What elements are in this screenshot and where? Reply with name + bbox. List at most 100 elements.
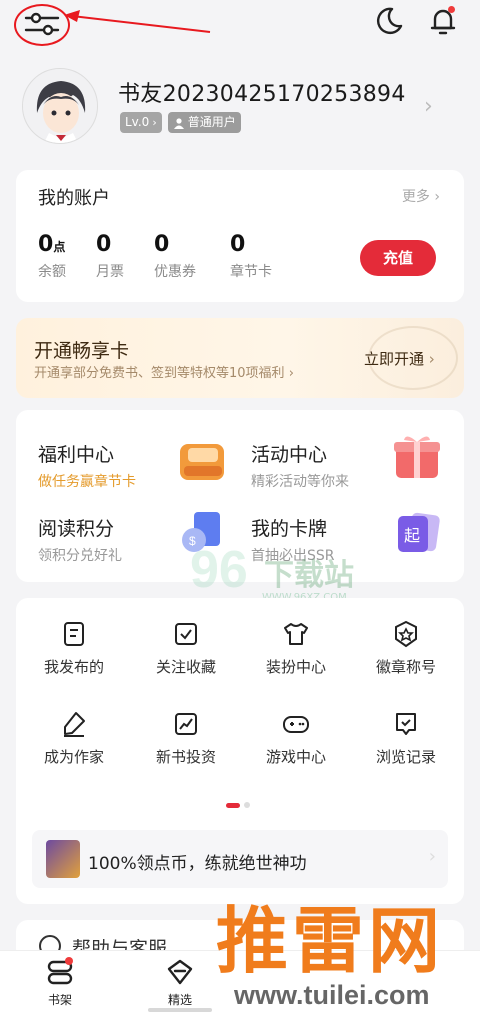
trend-chart-icon xyxy=(175,713,197,735)
tab-label: 书架 xyxy=(47,993,72,1007)
vip-subtitle-row: 开通享部分免费书、签到等特权等10项福利 › xyxy=(34,362,294,381)
feature-activity-center[interactable]: 活动中心 精彩活动等你来 xyxy=(251,440,349,491)
bookshelf-notification-dot xyxy=(65,957,73,965)
gamepad-icon xyxy=(283,716,309,733)
account-title: 我的账户 xyxy=(38,188,110,209)
tshirt-icon xyxy=(284,623,308,645)
history-icon xyxy=(396,713,416,735)
top-bar xyxy=(0,0,480,50)
balance-unit: 点 xyxy=(53,240,66,254)
balance-value-row: 0点 xyxy=(38,232,66,257)
role-badge: 普通用户 xyxy=(167,112,241,133)
badge-star-icon xyxy=(395,620,417,648)
stat-monthly-ticket[interactable]: 0 月票 xyxy=(96,232,124,281)
tuilei-watermark-url: www.tuilei.com xyxy=(234,980,430,1010)
tab-label: 精选 xyxy=(167,993,192,1007)
grid-label: 游戏中心 xyxy=(265,748,326,766)
grid-item-book-investment[interactable]: 新书投资 xyxy=(130,710,242,767)
chapter-value: 0 xyxy=(230,232,246,257)
balance-label: 余额 xyxy=(38,264,66,280)
level-text: Lv.0 xyxy=(125,115,150,129)
tuilei-watermark: 推雷网 www.tuilei.com xyxy=(210,896,480,1016)
notification-dot xyxy=(448,6,455,13)
vip-title: 开通畅享卡 xyxy=(34,340,130,362)
coin-pot-icon xyxy=(180,444,224,480)
level-badge[interactable]: Lv.0 › xyxy=(120,112,162,133)
tools-grid-card: 我发布的 关注收藏 装扮中心 徽章称号 成为作家 新书投资 游戏中心 浏览记录 … xyxy=(16,598,464,904)
stat-chapter-card[interactable]: 0 章节卡 xyxy=(230,232,272,281)
bookmark-check-icon xyxy=(175,623,197,645)
watermark-96-name: 下载站 xyxy=(264,558,354,593)
account-more-link[interactable]: 更多 › xyxy=(402,186,440,206)
profile-header[interactable]: 书友20230425170253894 Lv.0 › 普通用户 › xyxy=(22,66,462,144)
avatar[interactable] xyxy=(22,68,98,144)
username: 书友20230425170253894 xyxy=(118,82,406,107)
feature-title: 活动中心 xyxy=(251,444,328,466)
chevron-right-icon: › xyxy=(424,94,433,119)
user-badges: Lv.0 › 普通用户 xyxy=(120,112,241,133)
gift-box-icon xyxy=(394,436,440,478)
tab-bookshelf[interactable]: 书架 xyxy=(20,957,100,1008)
feature-welfare-center[interactable]: 福利中心 做任务赢章节卡 xyxy=(38,440,136,491)
more-label: 更多 xyxy=(401,189,430,205)
watermark-96-number: 96 xyxy=(190,541,248,599)
promo-thumbnail xyxy=(46,840,80,878)
recharge-button[interactable]: 充值 xyxy=(360,240,436,276)
monthly-label: 月票 xyxy=(96,264,124,280)
chevron-right-icon: › xyxy=(428,350,435,368)
chapter-label: 章节卡 xyxy=(230,264,272,280)
grid-item-badges[interactable]: 徽章称号 xyxy=(350,620,462,677)
grid-label: 我发布的 xyxy=(43,658,104,676)
page-indicator xyxy=(226,802,250,808)
grid-label: 成为作家 xyxy=(43,748,104,766)
coupon-value: 0 xyxy=(154,232,170,257)
notification-button[interactable] xyxy=(426,4,460,38)
monthly-value: 0 xyxy=(96,232,112,257)
user-icon xyxy=(173,117,184,129)
feature-subtitle: 领积分兑好礼 xyxy=(38,548,122,564)
vip-subtitle: 开通享部分免费书、签到等特权等10项福利 xyxy=(34,366,285,381)
grid-label: 新书投资 xyxy=(155,748,216,766)
grid-item-favorites[interactable]: 关注收藏 xyxy=(130,620,242,677)
tuilei-watermark-name: 推雷网 xyxy=(216,899,445,983)
stat-coupon[interactable]: 0 优惠券 xyxy=(154,232,196,281)
vip-cta-label: 立即开通 xyxy=(364,350,425,368)
promo-banner[interactable]: 100%领点币，练就绝世神功 › xyxy=(32,830,448,888)
grid-label: 装扮中心 xyxy=(265,658,326,676)
balance-value: 0 xyxy=(38,232,54,257)
feature-subtitle: 精彩活动等你来 xyxy=(251,474,349,490)
card-deck-icon: 起 xyxy=(398,512,440,552)
vip-open-button[interactable]: 立即开通 › xyxy=(364,348,435,369)
pen-icon xyxy=(64,712,85,737)
feature-title: 阅读积分 xyxy=(38,518,115,540)
feature-subtitle: 做任务赢章节卡 xyxy=(38,474,136,490)
moon-icon xyxy=(377,7,403,35)
diamond-icon xyxy=(167,959,193,985)
grid-label: 徽章称号 xyxy=(375,658,436,676)
stat-balance[interactable]: 0点 余额 xyxy=(38,232,66,281)
tab-featured[interactable]: 精选 xyxy=(140,957,220,1008)
grid-item-game-center[interactable]: 游戏中心 xyxy=(240,710,352,767)
annotation-arrow xyxy=(64,10,211,33)
chevron-right-icon: › xyxy=(428,846,436,867)
chevron-right-icon: › xyxy=(288,366,294,381)
account-card: 我的账户 更多 › 0点 余额 0 月票 0 优惠券 0 章节卡 充值 xyxy=(16,170,464,302)
document-icon xyxy=(64,622,84,646)
chevron-right-icon: › xyxy=(434,189,440,205)
promo-text: 100%领点币，练就绝世神功 xyxy=(88,854,307,874)
vip-card[interactable]: 开通畅享卡 开通享部分免费书、签到等特权等10项福利 › 立即开通 › xyxy=(16,318,464,398)
feature-title: 福利中心 xyxy=(38,444,115,466)
role-text: 普通用户 xyxy=(187,115,236,129)
chevron-right-icon: › xyxy=(152,116,157,129)
feature-reading-points[interactable]: 阅读积分 领积分兑好礼 xyxy=(38,514,122,565)
grid-item-history[interactable]: 浏览记录 xyxy=(350,710,462,767)
night-mode-button[interactable] xyxy=(372,4,406,38)
feature-title: 我的卡牌 xyxy=(251,518,328,540)
grid-label: 浏览记录 xyxy=(375,748,436,766)
coupon-label: 优惠券 xyxy=(154,264,196,280)
page-dot-active xyxy=(226,802,240,808)
grid-item-dressup-center[interactable]: 装扮中心 xyxy=(240,620,352,677)
grid-item-my-posts[interactable]: 我发布的 xyxy=(18,620,130,677)
svg-text:起: 起 xyxy=(404,526,420,545)
grid-item-become-author[interactable]: 成为作家 xyxy=(18,710,130,767)
